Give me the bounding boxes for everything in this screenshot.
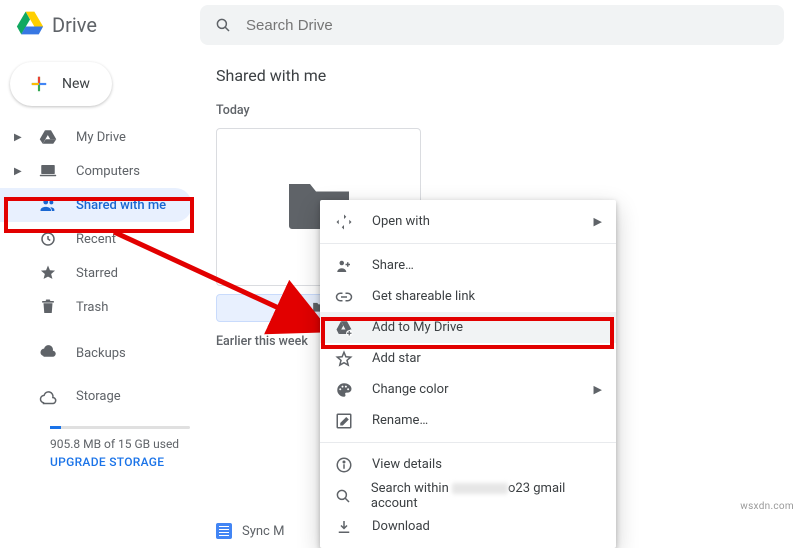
storage-used-label: 905.8 MB of 15 GB used (50, 437, 190, 451)
sidebar-item-storage[interactable]: Storage (0, 382, 192, 416)
menu-share[interactable]: Share… (320, 250, 616, 281)
context-menu: Open with ▶ Share… Get shareable link Ad… (320, 200, 616, 548)
menu-add-star[interactable]: Add star (320, 343, 616, 374)
search-bar[interactable] (200, 5, 784, 45)
search-icon (334, 487, 353, 505)
new-button[interactable]: New (10, 62, 112, 106)
section-today: Today (210, 99, 800, 128)
drive-icon (38, 128, 58, 146)
header: Drive (0, 0, 800, 50)
menu-search-within[interactable]: Search within o23 gmail account (320, 480, 616, 511)
menu-separator (320, 442, 616, 443)
link-icon (334, 288, 354, 306)
menu-label: View details (372, 457, 442, 472)
new-button-label: New (62, 76, 90, 92)
cloud-icon (38, 390, 58, 408)
sidebar-item-backups[interactable]: Backups (0, 336, 192, 370)
menu-open-with[interactable]: Open with ▶ (320, 206, 616, 237)
sidebar-item-label: My Drive (76, 130, 126, 145)
menu-label: Add to My Drive (372, 320, 463, 335)
upgrade-storage-link[interactable]: UPGRADE STORAGE (50, 455, 190, 469)
app-name: Drive (52, 13, 97, 37)
open-with-icon (334, 213, 354, 231)
menu-label: Download (372, 519, 430, 534)
people-icon (38, 196, 58, 214)
storage-progress (50, 426, 190, 429)
page-title: Shared with me (210, 50, 800, 99)
sidebar-item-shared-with-me[interactable]: Shared with me (0, 188, 192, 222)
menu-add-to-drive[interactable]: Add to My Drive (320, 312, 616, 343)
storage-section: 905.8 MB of 15 GB used UPGRADE STORAGE (0, 422, 206, 469)
docs-icon (216, 523, 232, 539)
document-name: Sync M (242, 524, 284, 539)
sidebar-item-label: Recent (76, 232, 116, 247)
star-icon (38, 264, 58, 282)
menu-label: Share… (372, 258, 414, 273)
watermark: wsxdn.com (740, 501, 794, 512)
rename-icon (334, 412, 354, 430)
computers-icon (38, 162, 58, 180)
sidebar-item-recent[interactable]: Recent (0, 222, 192, 256)
expand-caret-icon: ▶ (14, 166, 20, 177)
sidebar-item-starred[interactable]: Starred (0, 256, 192, 290)
sidebar-item-label: Backups (76, 346, 126, 361)
redacted-text (452, 483, 508, 494)
menu-separator (320, 243, 616, 244)
clock-icon (38, 230, 58, 248)
logo[interactable]: Drive (16, 9, 200, 41)
menu-label: Open with (372, 214, 430, 229)
palette-icon (334, 381, 354, 399)
menu-label: Change color (372, 382, 449, 397)
menu-label: Search within o23 gmail account (371, 481, 602, 511)
sidebar-item-computers[interactable]: ▶ Computers (0, 154, 192, 188)
share-icon (334, 257, 354, 275)
add-to-drive-icon (334, 319, 354, 337)
sidebar-item-trash[interactable]: Trash (0, 290, 192, 324)
star-outline-icon (334, 350, 354, 368)
menu-label: Add star (372, 351, 421, 366)
trash-icon (38, 298, 58, 316)
sidebar-item-label: Computers (76, 164, 140, 179)
chevron-right-icon: ▶ (594, 383, 602, 396)
search-icon (214, 16, 232, 34)
sidebar-item-label: Shared with me (76, 198, 166, 213)
menu-change-color[interactable]: Change color ▶ (320, 374, 616, 405)
menu-label: Get shareable link (372, 289, 475, 304)
expand-caret-icon: ▶ (14, 132, 20, 143)
search-input[interactable] (246, 17, 770, 34)
download-icon (334, 518, 354, 536)
sidebar-item-label: Starred (76, 266, 118, 281)
sidebar: New ▶ My Drive ▶ Computers Shared with m… (0, 50, 206, 539)
menu-view-details[interactable]: View details (320, 449, 616, 480)
sidebar-item-my-drive[interactable]: ▶ My Drive (0, 120, 192, 154)
menu-label: Rename… (372, 413, 428, 428)
plus-icon (26, 71, 52, 97)
chevron-right-icon: ▶ (594, 215, 602, 228)
menu-get-link[interactable]: Get shareable link (320, 281, 616, 312)
drive-logo-icon (16, 9, 44, 41)
backups-icon (38, 344, 58, 362)
info-icon (334, 456, 354, 474)
storage-title: Storage (76, 389, 121, 404)
sidebar-item-label: Trash (76, 300, 108, 315)
menu-rename[interactable]: Rename… (320, 405, 616, 436)
